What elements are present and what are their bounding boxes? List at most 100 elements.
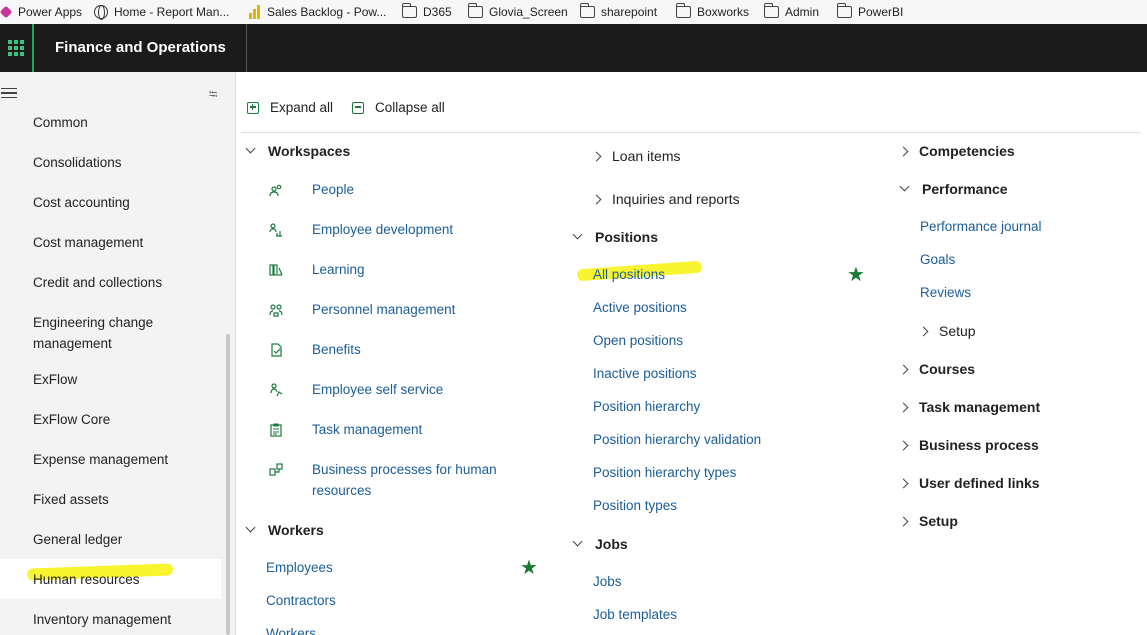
folder-icon — [467, 3, 483, 18]
group-label: Loan items — [612, 148, 681, 164]
group-positions[interactable]: Positions — [572, 229, 658, 245]
link-goals[interactable]: Goals — [920, 249, 955, 270]
link-position-hierarchy-types[interactable]: Position hierarchy types — [593, 462, 736, 483]
nav-item-common[interactable]: Common — [33, 112, 213, 133]
nav-item-cost-management[interactable]: Cost management — [33, 232, 213, 253]
link-performance-journal[interactable]: Performance journal — [920, 216, 1042, 237]
business-process-icon — [269, 463, 283, 477]
bookmark-boxworks[interactable]: Boxworks — [675, 0, 750, 24]
group-courses[interactable]: Courses — [898, 361, 975, 377]
link-contractors[interactable]: Contractors — [266, 590, 336, 611]
nav-item-engineering-change-management[interactable]: Engineering change management — [33, 312, 193, 354]
group-setup[interactable]: Setup — [898, 513, 958, 529]
nav-item-exflow[interactable]: ExFlow — [33, 369, 213, 390]
group-business-process[interactable]: Business process — [898, 437, 1039, 453]
benefits-icon — [269, 343, 283, 357]
workspace-link-employee-development[interactable]: Employee development — [312, 219, 453, 240]
app-launcher-button[interactable] — [0, 24, 34, 72]
chevron-right-icon — [898, 364, 909, 374]
collapse-all-button[interactable]: Collapse all — [352, 100, 445, 115]
bookmark-label: Admin — [785, 5, 820, 19]
chevron-right-icon — [898, 402, 909, 412]
workspace-link-people[interactable]: People — [312, 179, 354, 200]
nav-item-fixed-assets[interactable]: Fixed assets — [33, 489, 213, 510]
folder-icon — [579, 3, 595, 18]
group-inquiries-and-reports[interactable]: Inquiries and reports — [591, 191, 740, 207]
expand-all-label: Expand all — [270, 100, 334, 115]
module-nav-pane: ⭾ Common Consolidations Cost accounting … — [0, 72, 236, 635]
group-task-management[interactable]: Task management — [898, 399, 1040, 415]
chevron-right-icon — [898, 478, 909, 488]
nav-item-exflow-core[interactable]: ExFlow Core — [33, 409, 213, 430]
bookmark-sales-backlog[interactable]: Sales Backlog - Pow... — [249, 0, 386, 24]
pin-icon[interactable]: ⭾ — [209, 86, 217, 105]
group-label: User defined links — [919, 475, 1040, 491]
bookmark-power-apps[interactable]: Power Apps — [0, 0, 82, 24]
group-user-defined-links[interactable]: User defined links — [898, 475, 1040, 491]
group-performance[interactable]: Performance — [899, 181, 1008, 197]
group-workspaces[interactable]: Workspaces — [245, 143, 350, 159]
link-position-hierarchy-validation[interactable]: Position hierarchy validation — [593, 429, 761, 450]
group-workers[interactable]: Workers — [245, 522, 324, 538]
workspace-link-business-processes[interactable]: Business processes for human resources — [312, 459, 532, 501]
link-workers[interactable]: Workers — [266, 623, 316, 635]
group-label: Inquiries and reports — [612, 191, 740, 207]
group-label: Performance — [922, 181, 1008, 197]
nav-scrollbar[interactable] — [226, 334, 230, 635]
bookmark-label: Glovia_Screen — [489, 5, 568, 19]
nav-item-expense-management[interactable]: Expense management — [33, 449, 213, 470]
group-competencies[interactable]: Competencies — [898, 143, 1015, 159]
header-divider — [246, 24, 247, 72]
group-label: Setup — [919, 513, 958, 529]
bookmark-sharepoint[interactable]: sharepoint — [579, 0, 658, 24]
link-position-types[interactable]: Position types — [593, 495, 677, 516]
link-employees[interactable]: Employees — [266, 557, 333, 578]
bookmark-glovia-screen[interactable]: Glovia_Screen — [467, 0, 568, 24]
bookmark-label: Home - Report Man... — [114, 5, 230, 19]
link-reviews[interactable]: Reviews — [920, 282, 971, 303]
link-jobs[interactable]: Jobs — [593, 571, 622, 592]
nav-item-cost-accounting[interactable]: Cost accounting — [33, 192, 213, 213]
bookmark-powerbi[interactable]: PowerBI — [836, 0, 903, 24]
bookmark-label: sharepoint — [601, 5, 658, 19]
workspace-link-employee-self-service[interactable]: Employee self service — [312, 379, 443, 400]
workspace-content: Expand all Collapse all Workspaces Peopl… — [237, 72, 1147, 635]
bookmark-d365[interactable]: D365 — [401, 0, 452, 24]
link-all-positions[interactable]: All positions — [593, 264, 665, 285]
app-title[interactable]: Finance and Operations — [55, 39, 226, 56]
group-loan-items[interactable]: Loan items — [591, 148, 681, 164]
group-label: Competencies — [919, 143, 1015, 159]
workspace-link-personnel-management[interactable]: Personnel management — [312, 299, 455, 320]
workspace-link-learning[interactable]: Learning — [312, 259, 365, 280]
chevron-right-icon — [898, 440, 909, 450]
favorite-star-icon[interactable]: ★ — [520, 558, 538, 578]
expand-icon — [247, 101, 259, 114]
nav-item-inventory-management[interactable]: Inventory management — [33, 609, 213, 630]
bookmark-report-manager[interactable]: Home - Report Man... — [94, 0, 229, 24]
expand-all-button[interactable]: Expand all — [247, 100, 333, 115]
self-service-icon — [269, 383, 283, 397]
bookmark-label: Sales Backlog - Pow... — [267, 5, 387, 19]
bookmark-admin[interactable]: Admin — [763, 0, 820, 24]
nav-item-general-ledger[interactable]: General ledger — [33, 529, 213, 550]
chevron-right-icon — [898, 516, 909, 526]
workspace-link-task-management[interactable]: Task management — [312, 419, 422, 440]
favorite-star-icon[interactable]: ★ — [847, 265, 865, 285]
link-job-templates[interactable]: Job templates — [593, 604, 677, 625]
link-position-hierarchy[interactable]: Position hierarchy — [593, 396, 700, 417]
chevron-down-icon — [899, 181, 910, 191]
workspace-link-benefits[interactable]: Benefits — [312, 339, 361, 360]
nav-item-consolidations[interactable]: Consolidations — [33, 152, 213, 173]
link-open-positions[interactable]: Open positions — [593, 330, 683, 351]
link-active-positions[interactable]: Active positions — [593, 297, 687, 318]
group-jobs[interactable]: Jobs — [572, 536, 628, 552]
group-performance-setup[interactable]: Setup — [918, 323, 976, 339]
nav-item-credit-and-collections[interactable]: Credit and collections — [33, 272, 213, 293]
folder-icon — [763, 3, 779, 18]
chevron-down-icon — [572, 229, 583, 239]
nav-item-human-resources[interactable]: Human resources — [33, 569, 213, 590]
bookmark-label: Boxworks — [697, 5, 750, 19]
collapse-icon — [352, 101, 364, 114]
hamburger-menu-icon[interactable] — [1, 88, 17, 98]
link-inactive-positions[interactable]: Inactive positions — [593, 363, 697, 384]
